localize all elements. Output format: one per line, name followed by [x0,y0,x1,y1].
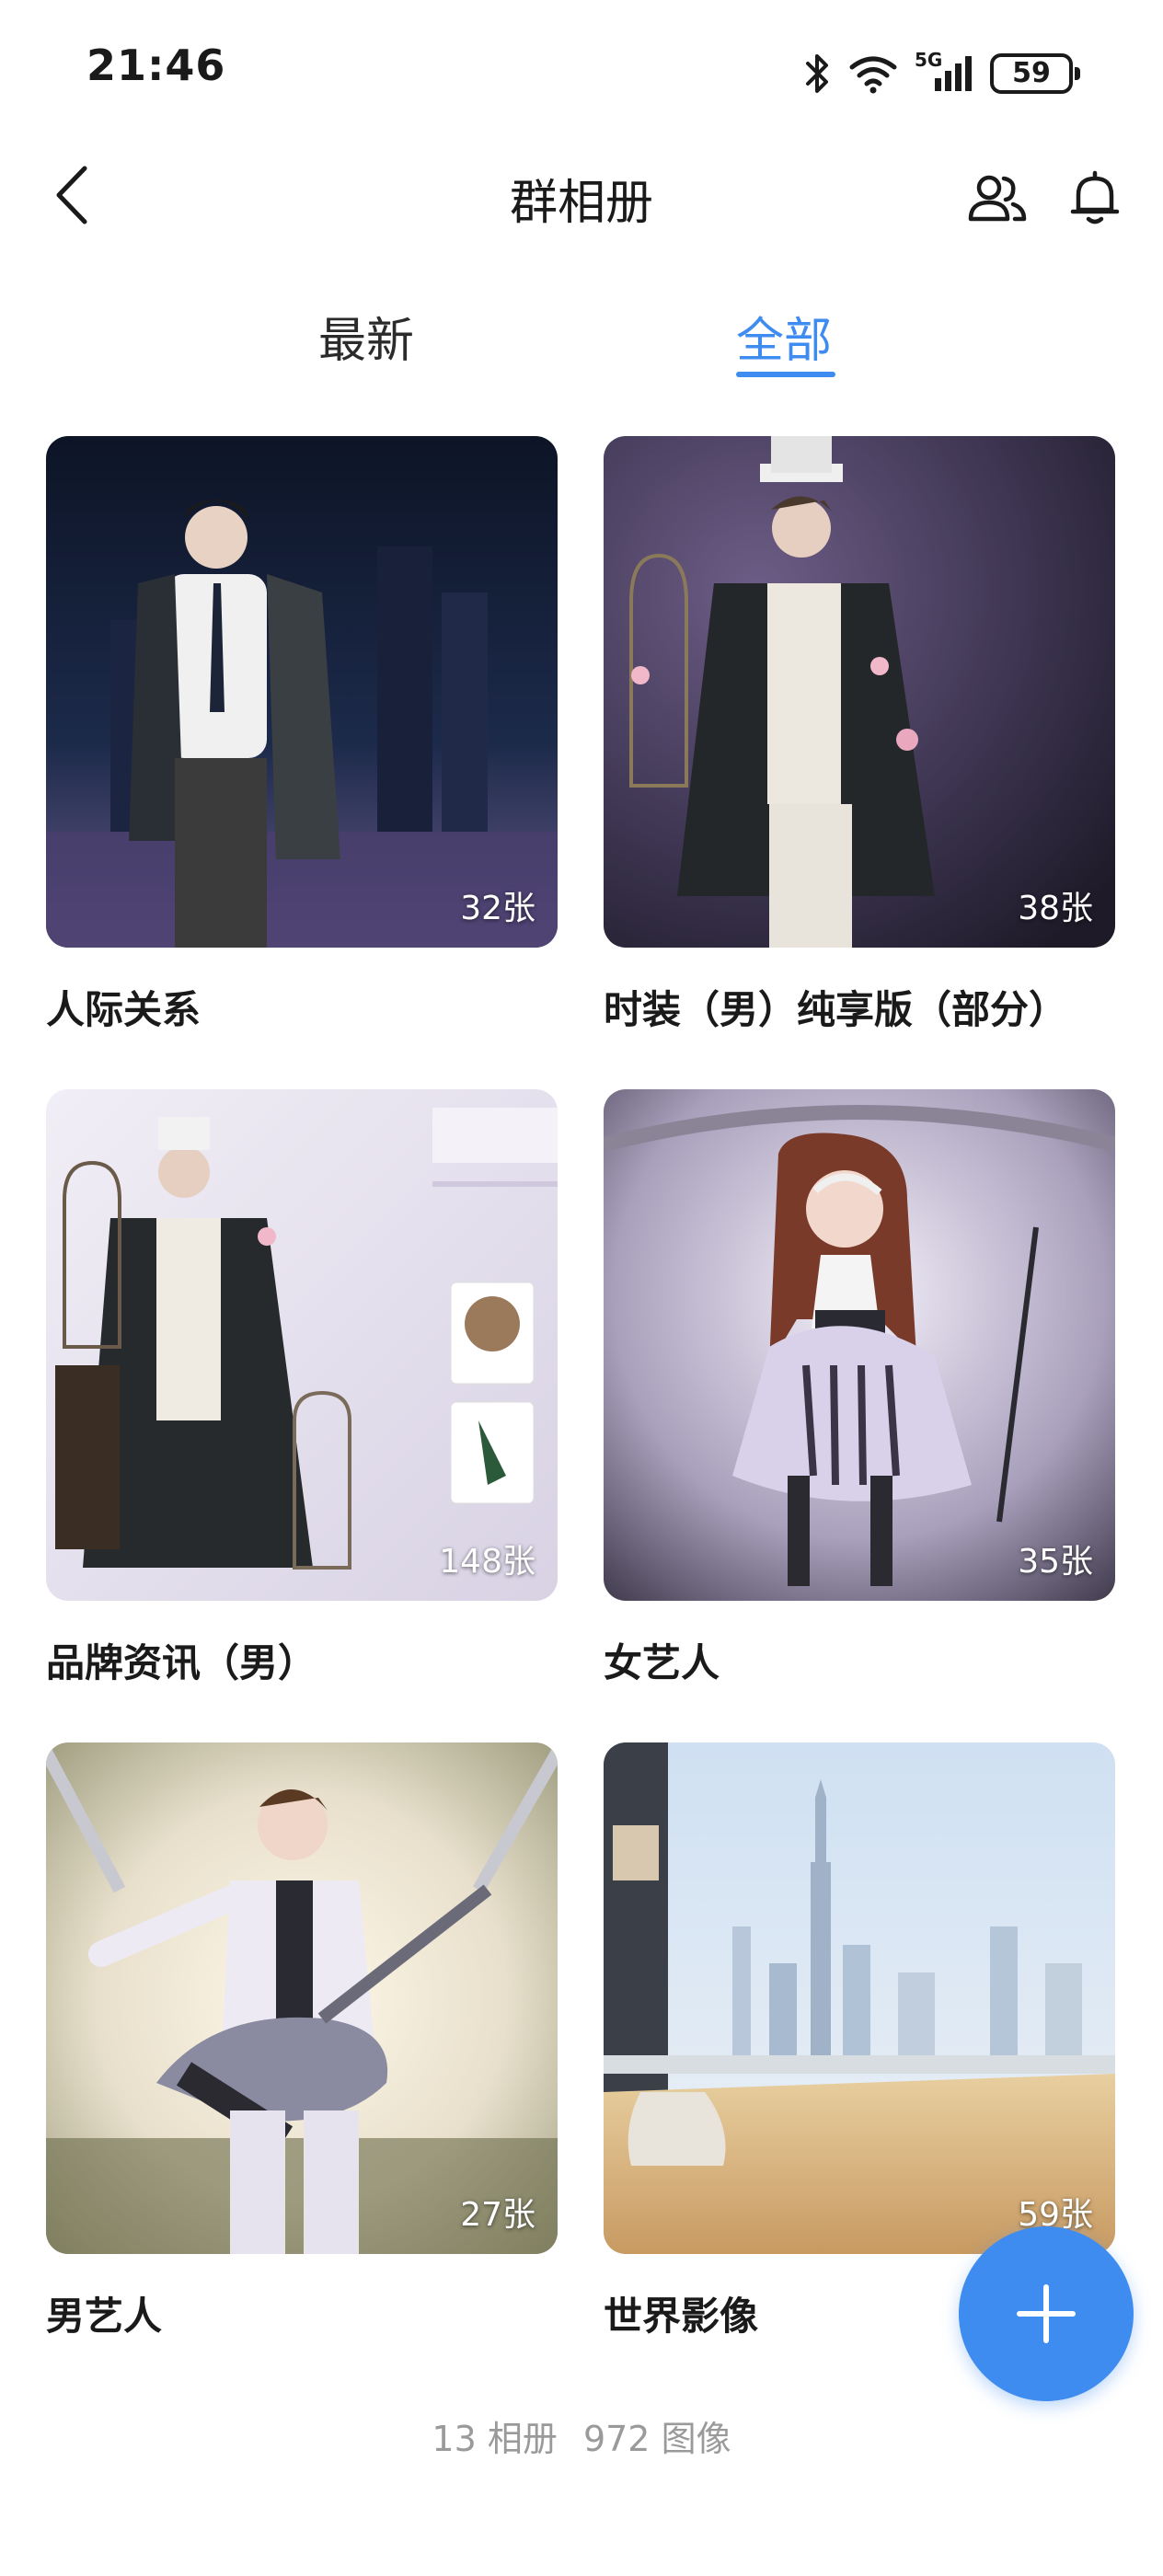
photo-count: 38张 [1018,890,1093,927]
album-cover-image [604,1742,1115,2254]
plus-icon [1017,2284,1076,2343]
photo-count: 35张 [1018,1543,1093,1581]
status-time: 21:46 [86,40,226,90]
album-title[interactable]: 时装（男）纯享版（部分） [604,979,1067,1035]
album-cover[interactable]: 59张 [604,1742,1115,2254]
album-cover-image [46,436,558,948]
tab-all[interactable]: 全部 [736,302,832,371]
image-total: 972 图像 [582,2419,731,2459]
album-cover-image [604,1089,1115,1601]
battery-icon: 59 [990,53,1080,94]
tab-latest[interactable]: 最新 [318,302,414,371]
bluetooth-icon [804,52,832,95]
members-button[interactable] [962,164,1032,234]
album-cover-image [46,1742,558,2254]
add-album-button[interactable] [959,2226,1134,2401]
album-title[interactable]: 品牌资讯（男） [46,1632,317,1688]
album-cover[interactable]: 35张 [604,1089,1115,1601]
status-icons: 5G 59 [804,46,1080,101]
signal-icon: 5G [915,49,975,95]
album-cover-image [46,1089,558,1601]
members-icon [968,175,1027,222]
album-tabs: 最新 全部 [0,276,1163,386]
album-title[interactable]: 世界影像 [604,2285,758,2341]
album-title[interactable]: 女艺人 [604,1632,720,1688]
tab-active-indicator [736,372,835,377]
album-title[interactable]: 男艺人 [46,2285,162,2341]
album-card[interactable]: 59张 世界影像 [604,1742,1115,2339]
album-cover-image [604,436,1115,948]
photo-count: 27张 [460,2196,535,2234]
album-title[interactable]: 人际关系 [46,979,201,1035]
album-card[interactable]: 38张 时装（男）纯享版（部分） [604,436,1115,1032]
battery-level: 59 [1012,57,1051,89]
wifi-icon [846,52,900,95]
album-total: 13 相册 [432,2419,558,2459]
album-card[interactable]: 27张 男艺人 [46,1742,558,2339]
photo-count: 32张 [460,890,535,927]
status-bar: 21:46 5G 59 [0,0,1163,138]
album-cover[interactable]: 38张 [604,436,1115,948]
app-header: 群相册 [0,138,1163,258]
photo-count: 148张 [439,1543,535,1581]
bell-icon [1070,170,1120,224]
album-cover[interactable]: 148张 [46,1089,558,1601]
network-type: 5G [915,49,943,71]
album-cover[interactable]: 27张 [46,1742,558,2254]
album-card[interactable]: 35张 女艺人 [604,1089,1115,1685]
album-summary: 13 相册 972 图像 [0,2410,1163,2461]
album-cover[interactable]: 32张 [46,436,558,948]
album-card[interactable]: 32张 人际关系 [46,436,558,1032]
album-card[interactable]: 148张 品牌资讯（男） [46,1089,558,1685]
notification-button[interactable] [1060,162,1130,232]
